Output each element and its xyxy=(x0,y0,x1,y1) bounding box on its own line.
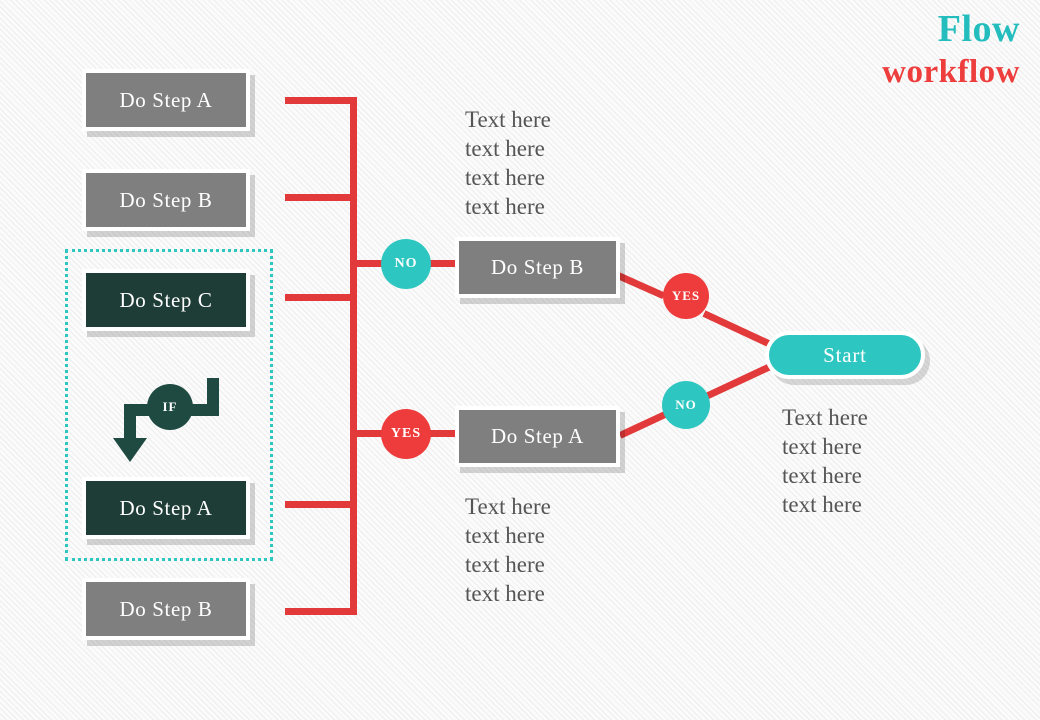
connector-branch-1 xyxy=(285,97,357,104)
if-arrow-head-icon xyxy=(113,438,147,462)
connector-no-to-step-b xyxy=(428,260,458,267)
note-top-branch: Text here text here text here text here xyxy=(465,107,551,219)
connector-branch-3 xyxy=(285,294,357,301)
connector-branch-2 xyxy=(285,194,357,201)
connector-step-b-to-yes xyxy=(616,272,666,300)
step-box-left-5-label: Do Step B xyxy=(119,596,213,621)
note-bottom-branch: Text here text here text here text here xyxy=(465,494,551,606)
step-box-left-1[interactable]: Do Step A xyxy=(82,69,250,131)
step-box-middle-top-label: Do Step B xyxy=(491,255,584,279)
if-decision-node[interactable]: IF xyxy=(147,384,193,430)
decision-circle-no-top-label: NO xyxy=(394,256,418,271)
step-box-left-1-label: Do Step A xyxy=(119,87,213,112)
if-decision-label: IF xyxy=(162,399,178,414)
step-box-left-4-label: Do Step A xyxy=(119,495,213,520)
decision-circle-no-top[interactable]: NO xyxy=(381,239,431,289)
decision-circle-yes-bottom-label: YES xyxy=(390,426,422,441)
note-start-node: Text here text here text here text here xyxy=(782,405,868,517)
flow-diagram-canvas: Flow workflow Do Step A Do Step B Do Ste… xyxy=(0,0,1040,720)
step-box-left-3-label: Do Step C xyxy=(119,287,213,312)
start-node-label: Start xyxy=(823,342,867,367)
if-arrow-segment-down-left xyxy=(124,404,136,440)
step-box-left-4[interactable]: Do Step A xyxy=(82,477,250,539)
outcome-circle-yes[interactable]: YES xyxy=(663,273,709,319)
start-node[interactable]: Start xyxy=(765,331,925,379)
step-box-left-3[interactable]: Do Step C xyxy=(82,269,250,331)
connector-yes-to-step-a xyxy=(428,430,458,437)
title-flow: Flow xyxy=(937,8,1020,50)
step-box-left-2[interactable]: Do Step B xyxy=(82,169,250,231)
connector-branch-4 xyxy=(285,501,357,508)
outcome-circle-no[interactable]: NO xyxy=(662,381,710,429)
connector-step-a-to-no xyxy=(618,411,667,439)
outcome-circle-yes-label: YES xyxy=(671,288,701,303)
connector-branch-5 xyxy=(285,608,357,615)
title-workflow: workflow xyxy=(882,54,1020,90)
step-box-left-2-label: Do Step B xyxy=(119,187,213,212)
step-box-middle-top[interactable]: Do Step B xyxy=(455,237,620,298)
decision-circle-yes-bottom[interactable]: YES xyxy=(381,409,431,459)
step-box-middle-bottom-label: Do Step A xyxy=(491,424,584,448)
step-box-left-5[interactable]: Do Step B xyxy=(82,578,250,640)
outcome-circle-no-label: NO xyxy=(675,397,697,412)
step-box-middle-bottom[interactable]: Do Step A xyxy=(455,406,620,467)
connector-trunk-vertical xyxy=(350,97,357,615)
